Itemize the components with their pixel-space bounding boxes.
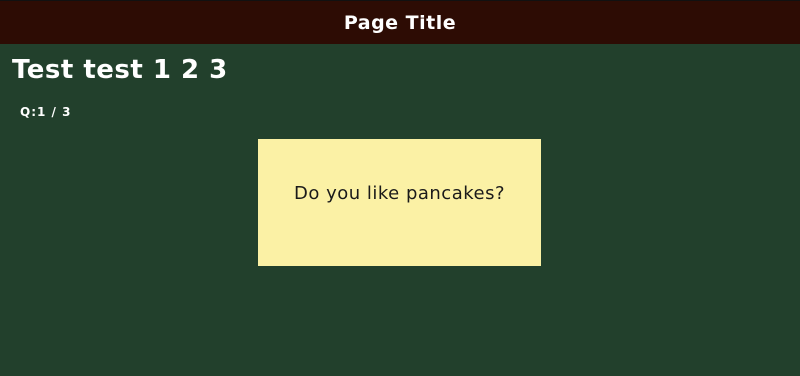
page-title: Page Title — [343, 11, 457, 34]
question-card[interactable]: Do you like pancakes? — [258, 139, 541, 266]
question-text: Do you like pancakes? — [293, 183, 506, 204]
quiz-title: Test test 1 2 3 — [12, 55, 228, 85]
question-counter: Q:1 / 3 — [20, 105, 72, 119]
page-header: Page Title — [0, 0, 800, 44]
